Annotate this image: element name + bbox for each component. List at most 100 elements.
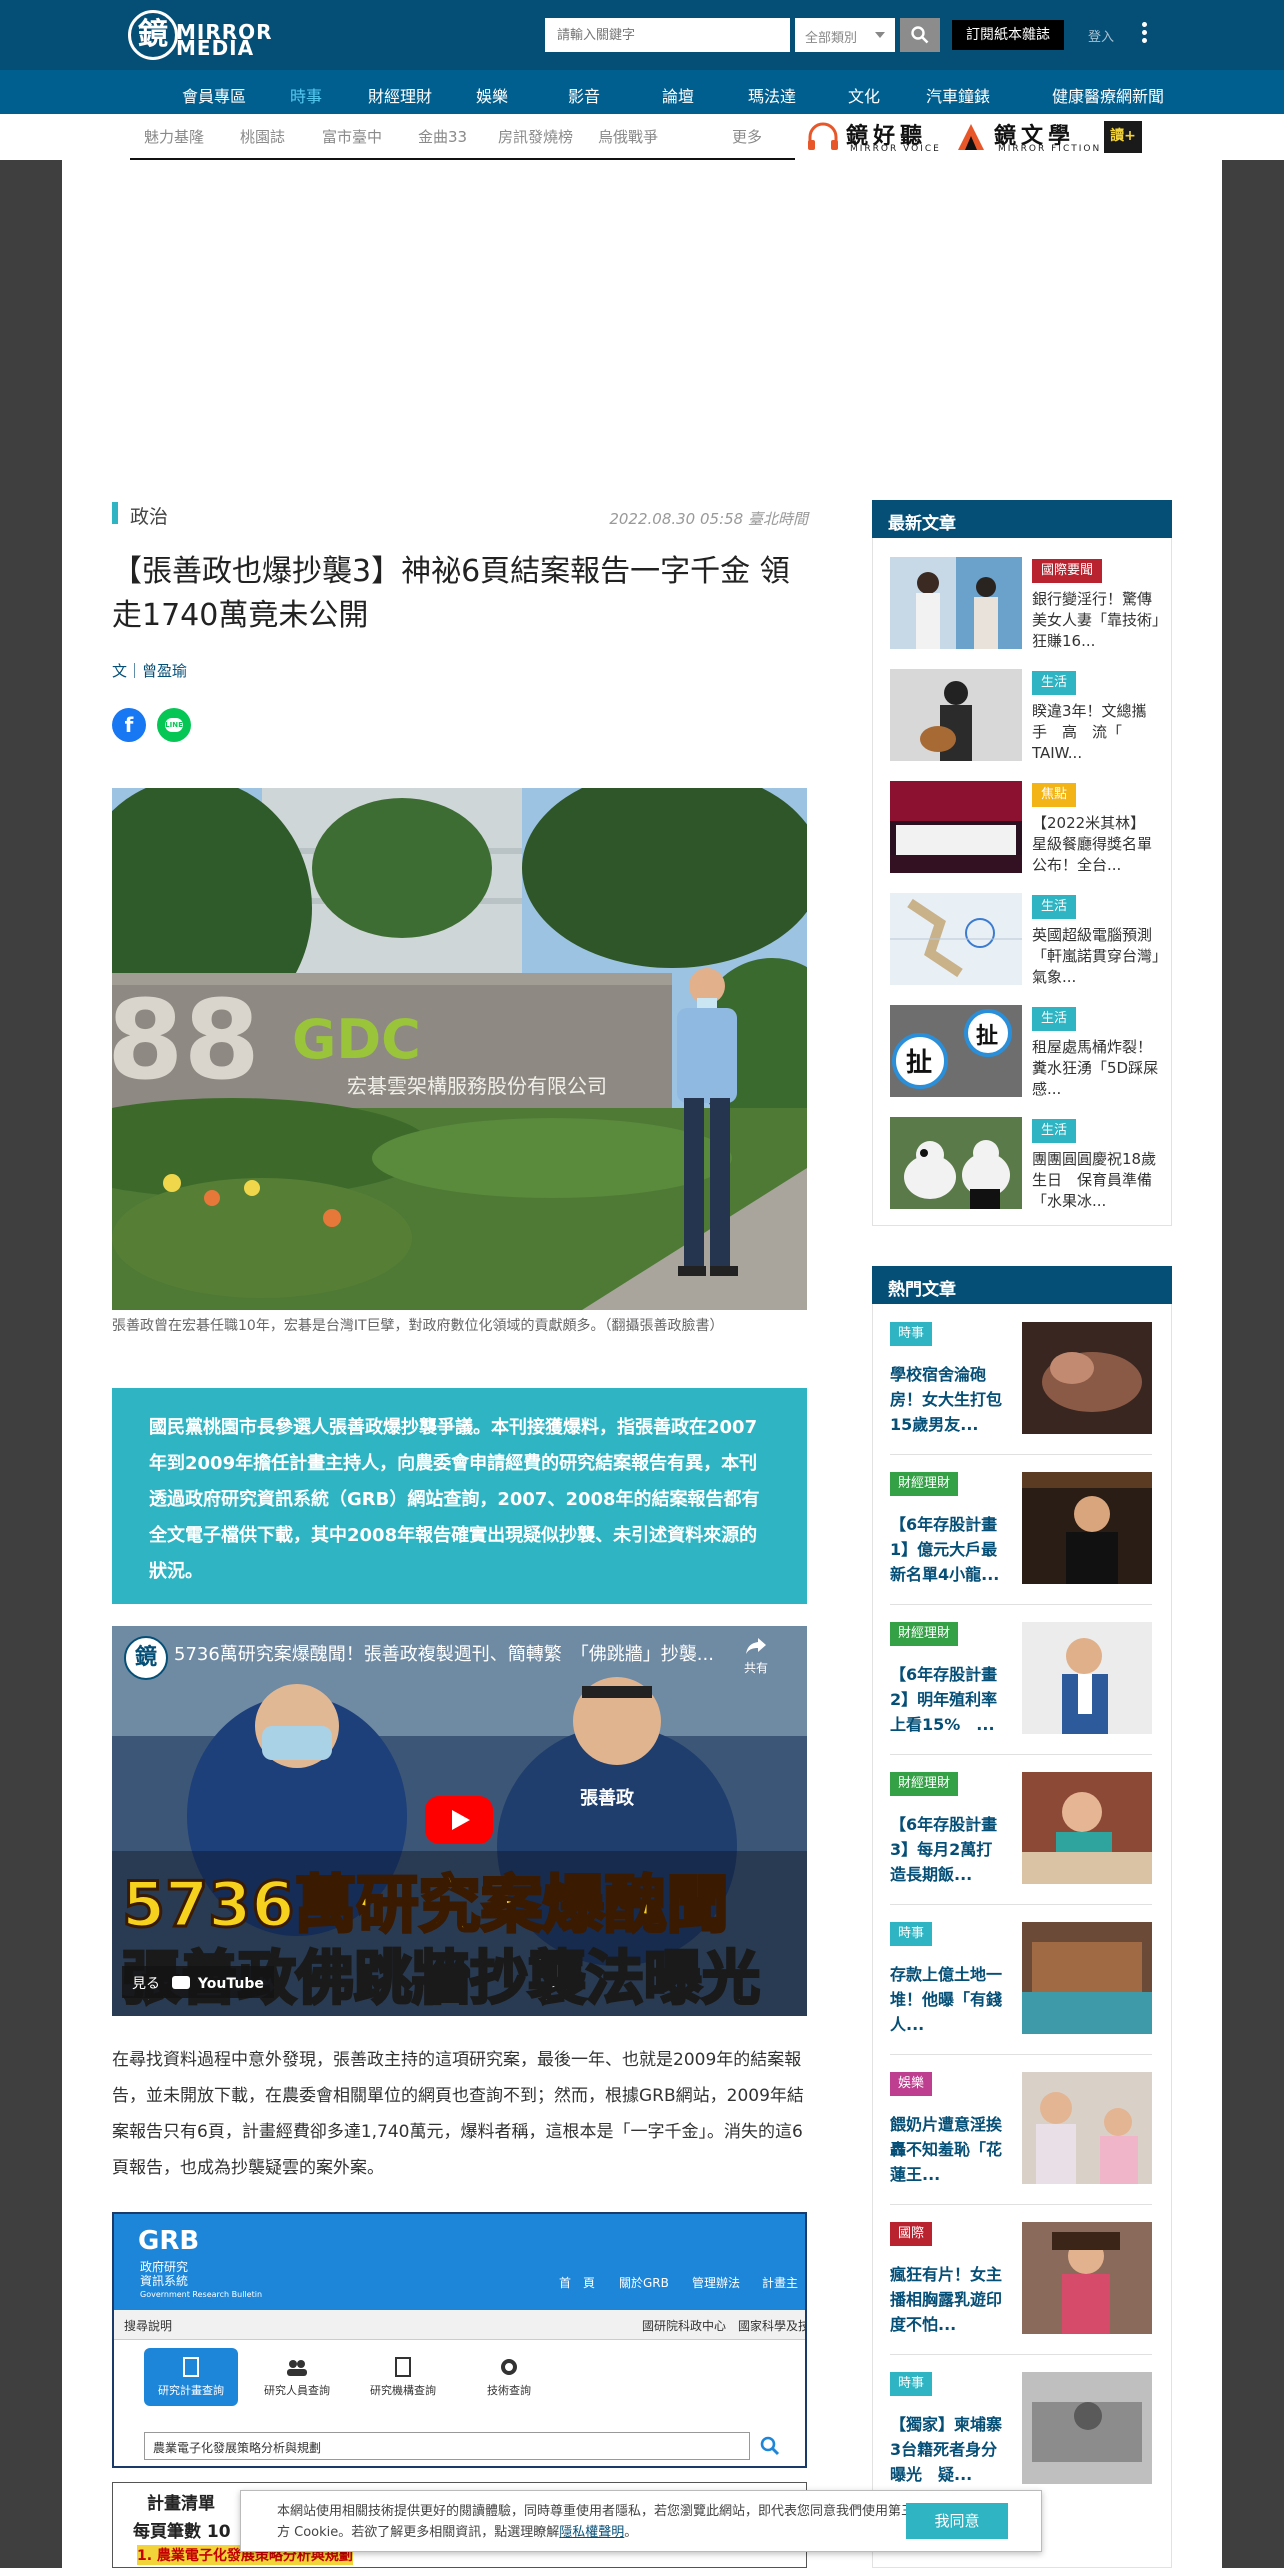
category-select[interactable]: 全部類別	[795, 18, 895, 52]
chevron-down-icon	[875, 32, 885, 38]
mirror-voice-link[interactable]: 鏡好聽 MIRROR VOICE	[806, 120, 956, 154]
subnav-item[interactable]: 魅力基隆	[144, 126, 204, 147]
login-link[interactable]: 登入	[1088, 26, 1114, 45]
more-vertical-icon[interactable]	[1140, 22, 1148, 48]
hot-divider	[890, 1454, 1152, 1455]
cookie-accept-button[interactable]: 我同意	[906, 2503, 1008, 2539]
article-summary: 國民黨桃園市長參選人張善政爆抄襲爭議。本刊接獲爆料，指張善政在2007年到200…	[112, 1388, 807, 1604]
hot-thumb	[1022, 2372, 1152, 2484]
nav-item-video[interactable]: 影音	[568, 83, 600, 107]
hero-photo: 88 GDC 宏碁雲架構服務股份有限公司	[112, 788, 807, 1310]
building-icon	[395, 2357, 411, 2377]
subnav-item[interactable]: 房訊發燒榜	[498, 126, 573, 147]
latest-thumb	[890, 669, 1022, 761]
latest-title: 銀行變淫行！驚傳美女人妻「靠技術」狂賺16...	[1032, 590, 1160, 650]
subnav-item[interactable]: 桃園誌	[240, 126, 285, 147]
line-icon[interactable]: LINE	[157, 708, 191, 742]
hot-article[interactable]: 財經理財 【6年存股計畫3】每月2萬打造長期飯...	[890, 1772, 1152, 1904]
video-share-button[interactable]: 共有	[744, 1636, 768, 1676]
hot-badge: 時事	[890, 2372, 933, 2396]
hot-thumb	[1022, 2072, 1152, 2184]
play-icon[interactable]	[425, 1796, 493, 1844]
hot-article[interactable]: 時事 【獨家】柬埔寨3台籍死者身分曝光 疑...	[890, 2372, 1152, 2504]
brand-name-en: MIRROR VOICE	[850, 144, 941, 154]
hot-badge: 時事	[890, 1922, 933, 1946]
grb-nav-item: 計畫主	[762, 2276, 799, 2290]
category-select-value: 全部類別	[805, 31, 858, 46]
latest-article[interactable]: 生活 團團圓圓慶祝18歲生日 保育員準備「水果冰...	[890, 1117, 1160, 1211]
nav-item-finance[interactable]: 財經理財	[368, 83, 432, 107]
hot-article[interactable]: 財經理財 【6年存股計畫2】明年殖利率上看15% ...	[890, 1622, 1152, 1754]
gear-icon	[501, 2359, 517, 2375]
mirror-media-logo[interactable]: 鏡 MIRROR MEDIA	[128, 10, 272, 62]
hot-article[interactable]: 時事 學校宿舍淪砲房！女大生打包15歲男友...	[890, 1322, 1152, 1454]
hot-article[interactable]: 財經理財 【6年存股計畫1】億元大戶最新名單4小龍...	[890, 1472, 1152, 1604]
nav-item-forum[interactable]: 論壇	[662, 83, 694, 107]
watch-on-youtube[interactable]: 見る YouTube	[122, 1966, 274, 1998]
subnav-item[interactable]: 富市臺中	[322, 126, 382, 147]
hot-article[interactable]: 國際 瘋狂有片！女主播相胸露乳遊印度不怕...	[890, 2222, 1152, 2354]
hot-thumb	[1022, 1772, 1152, 1884]
search-input[interactable]	[545, 18, 790, 52]
nav-item-members[interactable]: 會員專區	[182, 83, 246, 107]
video-title[interactable]: 5736萬研究案爆醜聞！張善政複製週刊、簡轉繁 「佛跳牆」抄襲...	[174, 1640, 714, 1666]
facebook-icon[interactable]: f	[112, 708, 146, 742]
hot-divider	[890, 2054, 1152, 2055]
svg-text:扯: 扯	[976, 1024, 998, 1049]
hot-divider	[890, 1604, 1152, 1605]
nav-item-news[interactable]: 時事	[290, 83, 322, 107]
line-icon-label: LINE	[165, 718, 183, 732]
grb-tab-label: 研究計畫查詢	[158, 2384, 224, 2397]
search-button[interactable]	[900, 18, 940, 52]
article-byline[interactable]: 文｜曾盈瑜	[112, 660, 187, 681]
read-plus-button[interactable]: 讀+	[1104, 121, 1142, 153]
logo-glyph: 鏡	[128, 10, 178, 60]
latest-title: 睽違3年！文總攜手 高 流「 TAIW...	[1032, 702, 1147, 762]
youtube-label: YouTube	[197, 1976, 264, 1992]
subnav-item[interactable]: 金曲33	[418, 126, 467, 147]
hot-article[interactable]: 時事 存款上億土地一堆！他曝「有錢人...	[890, 1922, 1152, 2054]
grb-page-size: 每頁筆數 10	[133, 2522, 231, 2542]
latest-badge: 生活	[1032, 671, 1077, 695]
latest-article[interactable]: 生活 英國超級電腦預測「軒嵐諾貫穿台灣」 氣象...	[890, 893, 1160, 987]
nav-item-culture[interactable]: 文化	[848, 83, 880, 107]
mirror-fiction-link[interactable]: 鏡文學 MIRROR FICTION	[954, 120, 1104, 154]
latest-article[interactable]: 國際要聞 銀行變淫行！驚傳美女人妻「靠技術」狂賺16...	[890, 557, 1160, 651]
hot-thumb	[1022, 2222, 1152, 2334]
latest-article[interactable]: 生活 睽違3年！文總攜手 高 流「 TAIW...	[890, 669, 1160, 763]
subnav-item[interactable]: 烏俄戰爭	[598, 126, 658, 147]
nav-item-mafalda[interactable]: 瑪法達	[748, 83, 796, 107]
hot-thumb	[1022, 1922, 1152, 2034]
latest-badge: 生活	[1032, 1119, 1077, 1143]
hot-thumb	[1022, 1622, 1152, 1734]
grb-header: GRB 政府研究 資訊系統 Government Research Bullet…	[114, 2214, 805, 2310]
hot-article[interactable]: 娛樂 餵奶片遭意淫挨轟不知羞恥「花蓮王...	[890, 2072, 1152, 2204]
subnav-more[interactable]: 更多	[732, 126, 762, 147]
latest-article[interactable]: 焦點 【2022米其林】星級餐廳得獎名單公布！全台...	[890, 781, 1160, 875]
latest-title: 租屋處馬桶炸裂！糞水狂湧「5D踩屎感...	[1032, 1038, 1159, 1098]
article-title: 【張善政也爆抄襲3】神祕6頁結案報告一字千金 領走1740萬竟未公開	[112, 554, 790, 633]
youtube-video-embed[interactable]: 張善政 5736萬研究案爆醜聞 張善政佛跳牆抄襲法曝光 鏡 5736萬研究案爆醜…	[112, 1626, 807, 2016]
grb-tab: 研究機構查詢	[356, 2348, 450, 2406]
cookie-period: 。	[624, 2525, 638, 2540]
category-nav: 會員專區 時事 財經理財 娛樂 影音 論壇 瑪法達 文化 汽車鐘錶 健康醫療網新…	[0, 70, 1284, 114]
grb-nav-item: 關於GRB	[619, 2276, 669, 2290]
subscribe-magazine-button[interactable]: 訂閱紙本雜誌	[952, 20, 1064, 50]
hot-badge: 娛樂	[890, 2072, 933, 2096]
channel-avatar[interactable]: 鏡	[124, 1636, 168, 1680]
privacy-policy-link[interactable]: 隱私權聲明	[559, 2525, 624, 2540]
nav-item-cars-watches[interactable]: 汽車鐘錶	[926, 83, 990, 107]
hero-number: 88	[112, 976, 260, 1104]
article-section-tag[interactable]: 政治	[112, 502, 168, 528]
hero-image[interactable]: 88 GDC 宏碁雲架構服務股份有限公司	[112, 788, 807, 1310]
nav-item-entertainment[interactable]: 娛樂	[476, 83, 508, 107]
grb-nav-item: 管理辦法	[692, 2276, 741, 2290]
latest-thumb	[890, 781, 1022, 873]
search-icon	[760, 2436, 780, 2456]
hot-title: 【6年存股計畫1】億元大戶最新名單4小龍...	[890, 1515, 1000, 1584]
hot-title: 【獨家】柬埔寨3台籍死者身分曝光 疑...	[890, 2415, 1003, 2484]
latest-article[interactable]: 扯扯 生活 租屋處馬桶炸裂！糞水狂湧「5D踩屎感...	[890, 1005, 1160, 1099]
latest-title: 團團圓圓慶祝18歲生日 保育員準備「水果冰...	[1032, 1150, 1157, 1210]
grb-screenshot[interactable]: GRB 政府研究 資訊系統 Government Research Bullet…	[112, 2212, 807, 2468]
nav-item-health[interactable]: 健康醫療網新聞	[1052, 83, 1164, 107]
